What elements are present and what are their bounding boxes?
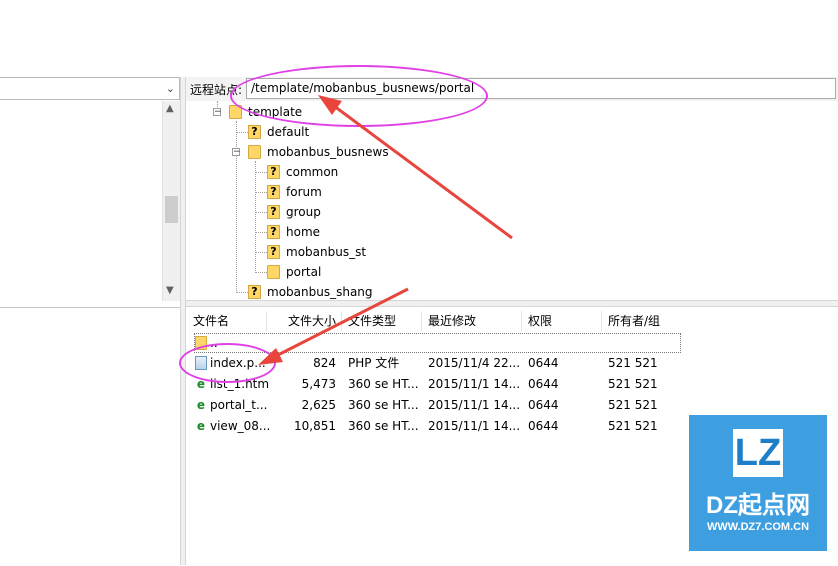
arrowhead-icon: [318, 95, 342, 115]
watermark-name: DZ起点网: [706, 492, 810, 519]
watermark: LZ DZ起点网 WWW.DZ7.COM.CN: [689, 415, 827, 551]
annotation-arrow-line: [329, 101, 513, 240]
arrowhead-icon: [258, 348, 283, 365]
watermark-logo: LZ: [733, 429, 783, 477]
annotation-arrow-line: [271, 287, 409, 360]
watermark-url: WWW.DZ7.COM.CN: [706, 521, 810, 533]
